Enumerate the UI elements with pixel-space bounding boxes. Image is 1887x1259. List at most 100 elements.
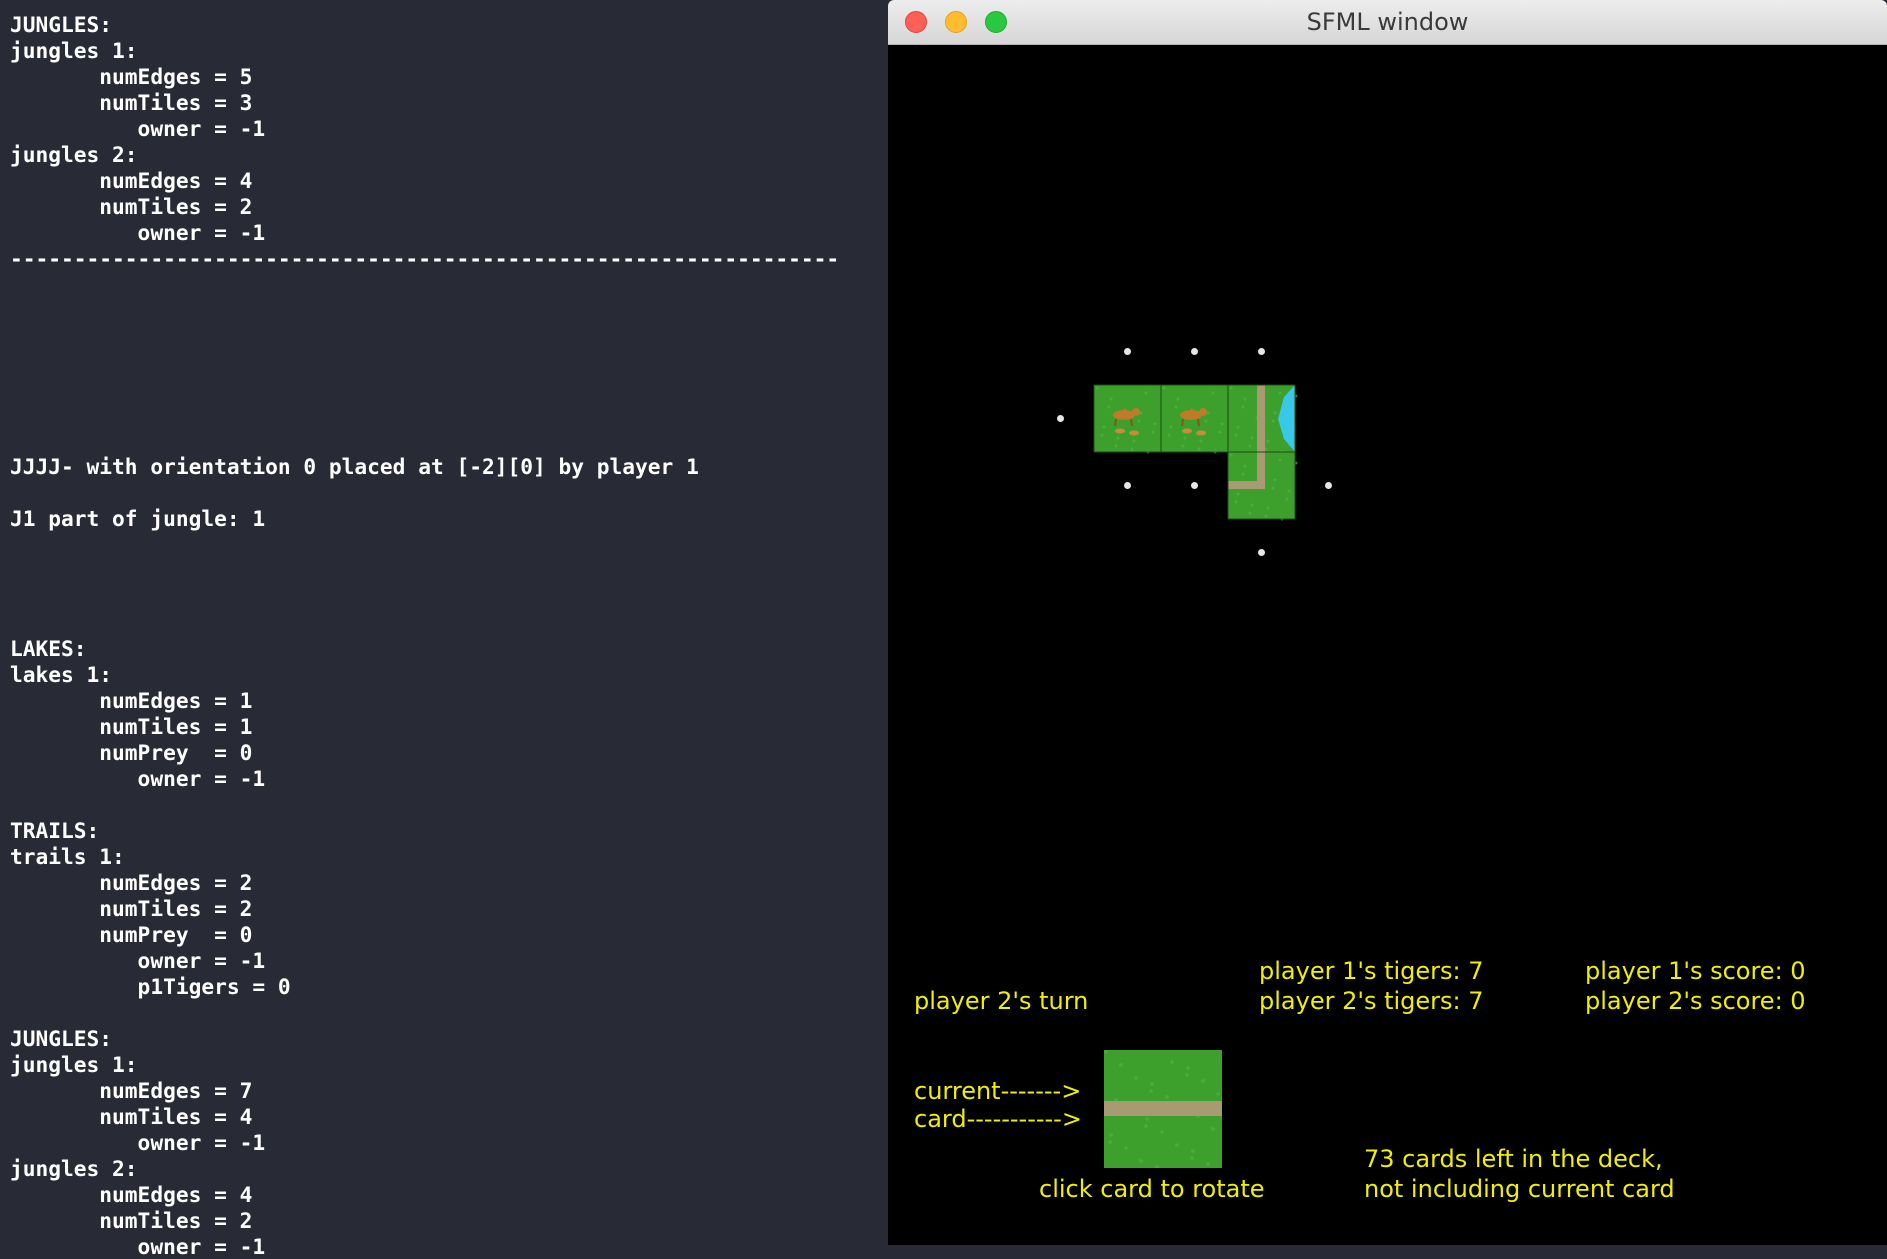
grass-speck xyxy=(1116,436,1120,440)
grass-speck xyxy=(1241,405,1245,409)
grass-speck xyxy=(1137,419,1141,423)
grass-speck xyxy=(1114,444,1118,448)
rotate-hint: click card to rotate xyxy=(1039,1175,1265,1203)
grass-speck xyxy=(1181,444,1185,448)
grass-speck xyxy=(1234,433,1238,437)
grass-speck xyxy=(1266,439,1270,443)
grass-speck xyxy=(1190,1156,1194,1160)
grass-speck xyxy=(1104,1050,1108,1054)
grass-speck xyxy=(1250,503,1254,507)
grass-speck xyxy=(1273,411,1277,415)
deck-count-line2: not including current card xyxy=(1364,1175,1675,1203)
grass-speck xyxy=(1151,430,1155,434)
grass-speck xyxy=(1107,405,1111,409)
grass-speck xyxy=(1266,506,1270,510)
grass-speck xyxy=(1211,1127,1215,1131)
grass-speck xyxy=(1119,1063,1123,1067)
grass-speck xyxy=(1139,1159,1143,1163)
grass-speck xyxy=(1124,1146,1128,1150)
p1-tigers-label: player 1's tigers: 7 xyxy=(1259,957,1484,985)
grass-speck xyxy=(1278,458,1282,462)
grass-speck xyxy=(1183,436,1187,440)
grass-speck xyxy=(1201,1079,1205,1083)
grass-speck xyxy=(1102,425,1106,429)
grass-speck xyxy=(1204,419,1208,423)
open-slot-dot[interactable] xyxy=(1325,482,1332,489)
grass-speck xyxy=(1229,453,1233,457)
grass-speck xyxy=(1220,422,1224,426)
open-slot-dot[interactable] xyxy=(1258,549,1265,556)
grass-speck xyxy=(1109,1133,1113,1137)
p1-score-label: player 1's score: 0 xyxy=(1585,957,1806,985)
trail-path xyxy=(1104,1101,1222,1116)
grass-speck xyxy=(1169,425,1173,429)
grass-speck xyxy=(1236,492,1240,496)
grass-speck xyxy=(1271,419,1275,423)
open-slot-dot[interactable] xyxy=(1258,348,1265,355)
current-arrow-label: current-------> xyxy=(914,1077,1082,1105)
deck-count-line1: 73 cards left in the deck, xyxy=(1364,1145,1663,1173)
grass-speck xyxy=(1236,425,1240,429)
grass-speck xyxy=(1165,1095,1169,1099)
grass-speck xyxy=(1241,472,1245,476)
grass-speck xyxy=(1130,447,1134,451)
grass-speck xyxy=(1234,500,1238,504)
tile-jungle-animals xyxy=(1160,384,1231,454)
board[interactable] xyxy=(888,44,1887,1245)
grass-speck xyxy=(1162,386,1166,390)
grass-speck xyxy=(1160,1130,1164,1134)
grass-speck xyxy=(1134,1076,1138,1080)
current-card[interactable] xyxy=(1104,1050,1222,1168)
grass-speck xyxy=(1248,511,1252,515)
grass-speck xyxy=(1153,422,1157,426)
grass-speck xyxy=(1186,1066,1190,1070)
grass-speck xyxy=(1273,478,1277,482)
grass-speck xyxy=(1170,1060,1174,1064)
grass-speck xyxy=(1144,1124,1148,1128)
tile-jungle-animals xyxy=(1093,384,1164,454)
p2-score-label: player 2's score: 0 xyxy=(1585,987,1806,1015)
sfml-window: SFML window player 2's turn player 1's t… xyxy=(888,0,1887,1245)
grass-speck xyxy=(1109,397,1113,401)
grass-speck xyxy=(1216,1092,1220,1096)
grass-speck xyxy=(1211,391,1215,395)
trail-path xyxy=(1257,385,1265,452)
grass-speck xyxy=(1278,391,1282,395)
open-slot-dot[interactable] xyxy=(1124,482,1131,489)
grass-speck xyxy=(1250,436,1254,440)
grass-speck xyxy=(1229,386,1233,390)
card-arrow-label: card-----------> xyxy=(914,1105,1082,1133)
grass-speck xyxy=(1287,489,1291,493)
grass-speck xyxy=(1191,1149,1195,1153)
grass-speck xyxy=(1144,391,1148,395)
grass-speck xyxy=(1243,464,1247,468)
current-card-tile[interactable] xyxy=(1104,1050,1222,1168)
open-slot-dot[interactable] xyxy=(1124,348,1131,355)
grass-speck xyxy=(1285,497,1289,501)
grass-speck xyxy=(1100,433,1104,437)
grass-speck xyxy=(1271,486,1275,490)
grass-speck xyxy=(1206,1162,1210,1166)
grass-speck xyxy=(1167,433,1171,437)
open-slot-dot[interactable] xyxy=(1057,415,1064,422)
open-slot-dot[interactable] xyxy=(1191,348,1198,355)
turn-label: player 2's turn xyxy=(914,987,1089,1015)
open-slot-dot[interactable] xyxy=(1191,482,1198,489)
grass-speck xyxy=(1248,444,1252,448)
grass-speck xyxy=(1149,1089,1153,1093)
terminal-window: JUNGLES: jungles 1: numEdges = 5 numTile… xyxy=(0,0,888,1259)
game-canvas[interactable]: player 2's turn player 1's tigers: 7 pla… xyxy=(888,44,1887,1245)
terminal-output: JUNGLES: jungles 1: numEdges = 5 numTile… xyxy=(10,12,840,1259)
p2-tigers-label: player 2's tigers: 7 xyxy=(1259,987,1484,1015)
grass-speck xyxy=(1132,439,1136,443)
grass-speck xyxy=(1185,1073,1189,1077)
grass-speck xyxy=(1174,405,1178,409)
grass-speck xyxy=(1199,439,1203,443)
grass-speck xyxy=(1264,514,1268,518)
grass-speck xyxy=(1095,386,1099,390)
grass-speck xyxy=(1145,1117,1149,1121)
grass-speck xyxy=(1175,1143,1179,1147)
grass-speck xyxy=(1197,447,1201,451)
window-title: SFML window xyxy=(1306,8,1469,36)
title-bar[interactable]: SFML window xyxy=(888,0,1887,45)
